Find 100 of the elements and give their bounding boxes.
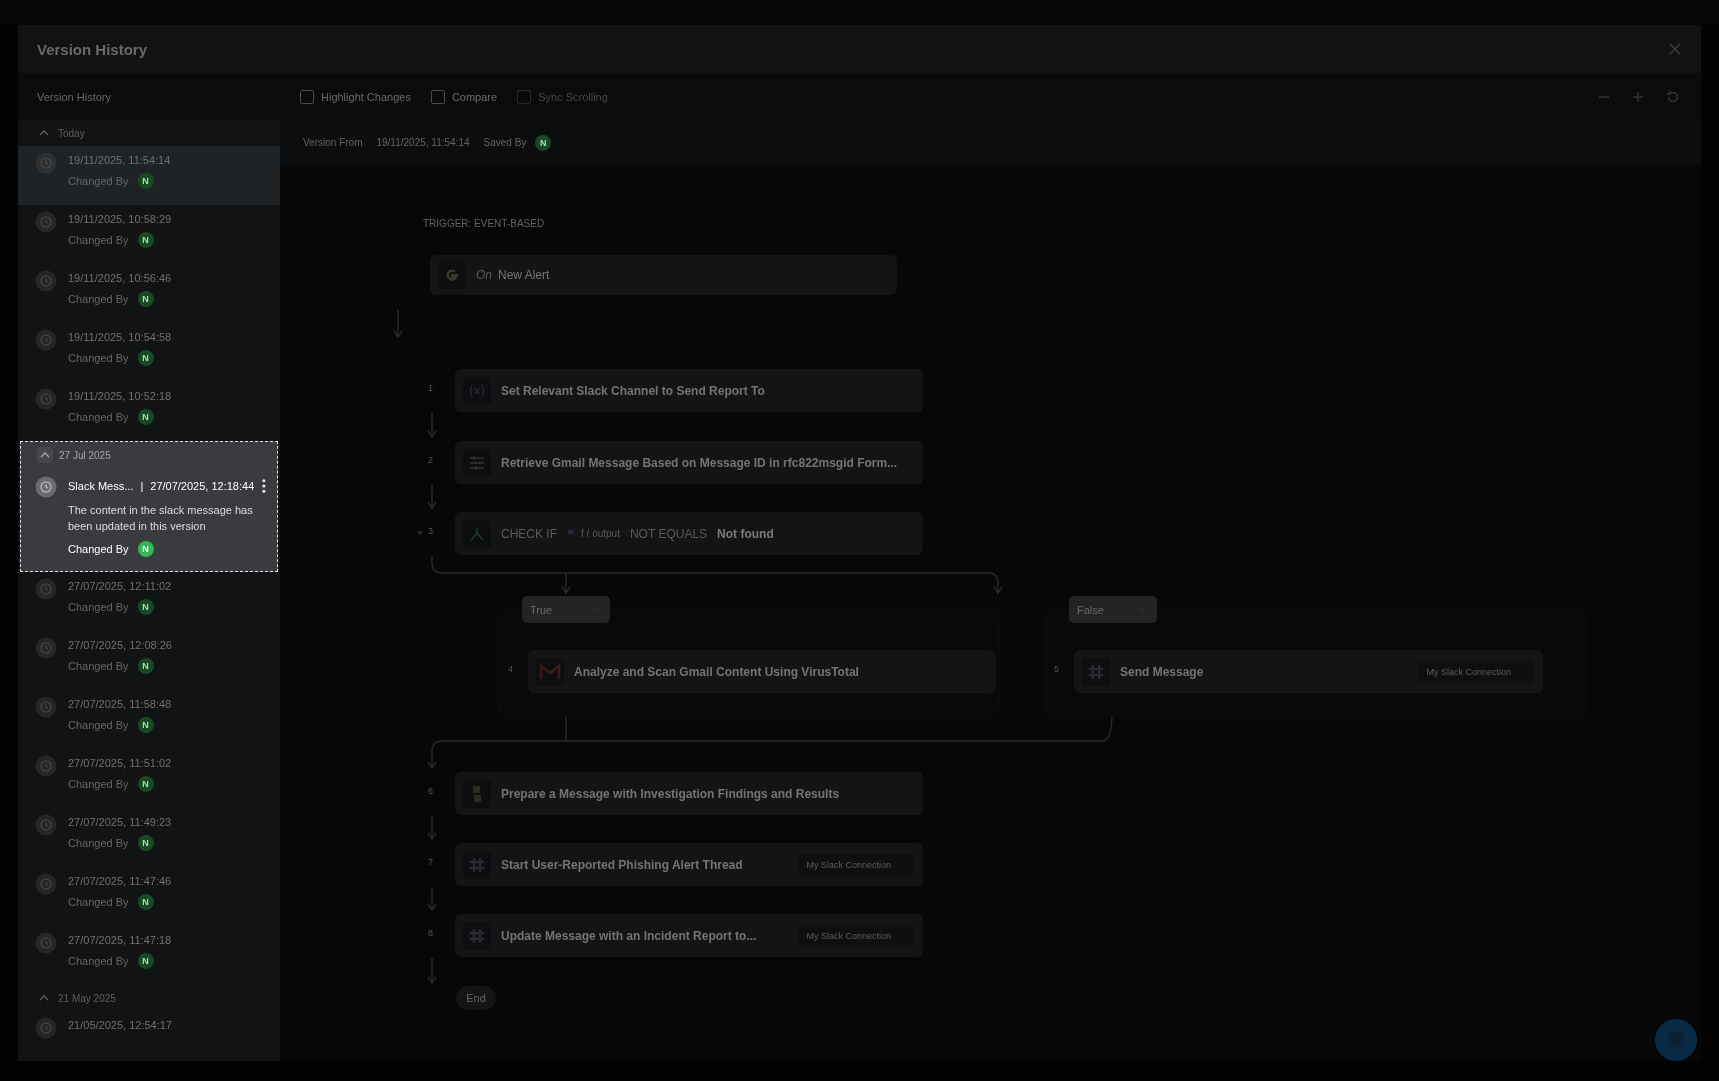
- version-item[interactable]: 27/07/2025, 11:47:18 Changed By N: [18, 926, 280, 985]
- workflow-step[interactable]: CHECK IF f / output NOT EQUALS Not found: [455, 512, 923, 555]
- more-options-icon[interactable]: [261, 478, 267, 494]
- clock-icon: [35, 388, 57, 410]
- user-avatar: N: [137, 409, 154, 425]
- step-number: 8: [428, 928, 433, 938]
- changed-by-label: Changed By: [68, 896, 129, 908]
- changed-by-label: Changed By: [68, 660, 129, 672]
- reset-icon[interactable]: [1665, 88, 1681, 105]
- zoom-in-icon[interactable]: [1631, 89, 1645, 104]
- checkbox[interactable]: [430, 89, 445, 104]
- changed-by-label: Changed By: [68, 293, 129, 305]
- clock-icon: [35, 270, 57, 292]
- version-time: 27/07/2025, 12:08:26: [68, 639, 172, 651]
- close-icon[interactable]: [1669, 43, 1681, 55]
- user-avatar: N: [137, 232, 154, 248]
- version-item[interactable]: 19/11/2025, 10:56:46 Changed By N: [18, 264, 280, 323]
- version-time: 27/07/2025, 11:49:23: [68, 816, 172, 828]
- changed-by-label: Changed By: [68, 719, 129, 731]
- clock-icon: [35, 329, 57, 351]
- version-item[interactable]: 19/11/2025, 10:54:58 Changed By N: [18, 323, 280, 382]
- step-title: Prepare a Message with Investigation Findings and Results: [501, 786, 840, 801]
- step-title: Start User-Reported Phishing Alert Thread: [501, 857, 743, 872]
- workflow-step[interactable]: Update Message with an Incident Report to... My Slack Connection: [455, 914, 923, 957]
- sliders-icon: [463, 448, 491, 477]
- workflow-step[interactable]: Retrieve Gmail Message Based on Message ID in rfc822msgid Form...: [455, 441, 923, 484]
- version-time: 27/07/2025, 12:11:02: [68, 580, 172, 592]
- hash-logo-icon: [463, 921, 491, 950]
- checkbox-option[interactable]: Highlight Changes: [300, 89, 411, 104]
- changed-by-label: Changed By: [68, 955, 129, 967]
- changed-by-label: Changed By: [68, 175, 129, 187]
- user-avatar: N: [137, 894, 154, 910]
- hash-logo-icon: [463, 850, 491, 879]
- version-item[interactable]: Slack Mess... | 27/07/2025, 12:18:44 The content in the slack message has been updated in this version Changed By N: [21, 468, 277, 571]
- changed-by-label: Changed By: [68, 411, 129, 423]
- date-group-header[interactable]: Today: [18, 120, 280, 146]
- version-item[interactable]: 27/07/2025, 12:08:26 Changed By N: [18, 631, 280, 690]
- checkbox[interactable]: [300, 89, 314, 104]
- changed-by-label: Changed By: [68, 234, 129, 246]
- version-time: 21/05/2025, 12:54:17: [68, 1019, 172, 1031]
- version-time: 19/11/2025, 10:52:18: [68, 390, 172, 402]
- user-avatar: N: [137, 658, 154, 674]
- chat-button[interactable]: [1655, 1019, 1697, 1061]
- step-number: 6: [428, 786, 433, 796]
- user-avatar: N: [137, 291, 154, 307]
- workflow-step[interactable]: Start User-Reported Phishing Alert Thread My Slack Connection: [455, 843, 923, 886]
- version-item[interactable]: 27/07/2025, 11:49:23 Changed By N: [18, 808, 280, 867]
- connection-chip[interactable]: My Slack Connection: [798, 924, 913, 947]
- connection-chip[interactable]: My Slack Connection: [798, 853, 913, 876]
- clock-icon: [35, 873, 57, 895]
- variable-icon: [463, 376, 491, 405]
- version-item[interactable]: 27/07/2025, 11:51:02 Changed By N: [18, 749, 280, 808]
- version-time: 27/07/2025, 11:47:46: [68, 875, 172, 887]
- step-title: Retrieve Gmail Message Based on Message ID in rfc822msgid Form...: [501, 455, 898, 470]
- changed-by-label: Changed By: [68, 601, 129, 613]
- step-number: 4: [508, 664, 513, 674]
- branch-dropdown[interactable]: False: [1069, 596, 1157, 623]
- clock-icon: [35, 152, 57, 174]
- version-item[interactable]: 19/11/2025, 11:54:14 Changed By N: [18, 146, 280, 205]
- python-logo-icon: [463, 779, 491, 808]
- version-from-value: 19/11/2025, 11:54:14: [376, 137, 470, 148]
- version-item[interactable]: 19/11/2025, 10:52:18 Changed By N: [18, 382, 280, 441]
- step-title: Update Message with an Incident Report to...: [501, 928, 757, 943]
- workflow-step[interactable]: Send Message My Slack Connection: [1074, 650, 1543, 693]
- clock-icon: [35, 814, 57, 836]
- workflow-step[interactable]: Prepare a Message with Investigation Findings and Results: [455, 772, 923, 815]
- version-item[interactable]: 19/11/2025, 10:58:29 Changed By N: [18, 205, 280, 264]
- version-time: 27/07/2025, 11:58:48: [68, 698, 172, 710]
- version-item[interactable]: 21/05/2025, 12:54:17: [18, 1011, 280, 1061]
- connection-chip[interactable]: My Slack Connection: [1418, 660, 1533, 683]
- branch-icon: [463, 519, 491, 548]
- clock-icon: [35, 476, 57, 498]
- hash-logo-icon: [1082, 657, 1110, 686]
- version-time: 19/11/2025, 10:58:29: [68, 213, 172, 225]
- user-avatar: N: [137, 599, 154, 615]
- trigger-node[interactable]: On New Alert: [430, 255, 897, 295]
- date-group-header[interactable]: 21 May 2025: [18, 985, 280, 1011]
- version-time: 19/11/2025, 11:54:14: [68, 154, 171, 166]
- version-time: 27/07/2025, 11:51:02: [68, 757, 172, 769]
- branch-dropdown[interactable]: True: [522, 596, 610, 623]
- version-from-label: Version From: [303, 137, 363, 148]
- changed-by-label: Changed By: [68, 543, 129, 555]
- version-item[interactable]: 27/07/2025, 11:58:48 Changed By N: [18, 690, 280, 749]
- clock-icon: [35, 578, 57, 600]
- clock-icon: [35, 932, 57, 954]
- user-avatar: N: [137, 541, 154, 557]
- end-node: End: [456, 986, 496, 1010]
- workflow-step[interactable]: Set Relevant Slack Channel to Send Report To: [455, 369, 923, 412]
- trigger-name: New Alert: [498, 268, 550, 282]
- sidebar-title: Version History: [37, 90, 111, 103]
- version-item[interactable]: 27/07/2025, 11:47:46 Changed By N: [18, 867, 280, 926]
- saved-by-label: Saved By: [483, 137, 527, 148]
- step-number: 3: [428, 526, 433, 536]
- version-item[interactable]: 27/07/2025, 12:11:02 Changed By N: [18, 572, 280, 631]
- user-avatar: N: [137, 173, 154, 189]
- workflow-step[interactable]: Analyze and Scan Gmail Content Using VirusTotal: [528, 650, 996, 693]
- version-description: The content in the slack message has been updated in this version: [68, 503, 254, 534]
- caret-icon[interactable]: [416, 529, 424, 537]
- trigger-prefix: On: [476, 268, 492, 282]
- checkbox-option[interactable]: Compare: [430, 89, 498, 104]
